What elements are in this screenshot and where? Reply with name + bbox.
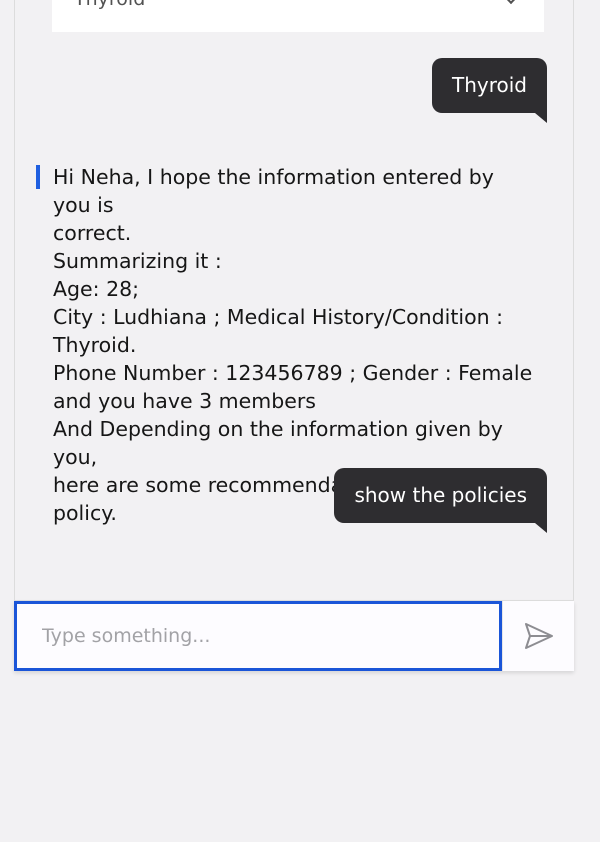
bot-message-indicator <box>36 165 40 189</box>
bot-message-line: Phone Number : 123456789 ; Gender : Fema… <box>53 361 533 385</box>
chevron-down-icon[interactable] <box>503 0 519 5</box>
dropdown-select[interactable]: Thyroid <box>52 0 544 32</box>
send-button[interactable] <box>502 601 574 671</box>
dropdown-selected-value: Thyroid <box>74 0 145 10</box>
user-message: show the policies <box>334 468 547 533</box>
bot-message-line: Thyroid. <box>53 333 137 357</box>
send-icon <box>524 623 553 649</box>
chat-panel: Thyroid Thyroid Hi Neha, I hope the info… <box>14 0 574 600</box>
bot-message-line: correct. <box>53 221 132 245</box>
message-input[interactable] <box>14 601 502 671</box>
bot-message-line: City : Ludhiana ; Medical History/Condit… <box>53 305 504 329</box>
bot-message-line: And Depending on the information given b… <box>53 417 503 469</box>
bot-message-line: Age: 28; <box>53 277 140 301</box>
message-composer <box>14 600 574 671</box>
bot-message-line: Hi Neha, I hope the information entered … <box>53 165 494 217</box>
bot-message-line: and you have 3 members <box>53 389 316 413</box>
user-message: Thyroid <box>432 58 547 123</box>
bot-message-line: Summarizing it : <box>53 249 222 273</box>
